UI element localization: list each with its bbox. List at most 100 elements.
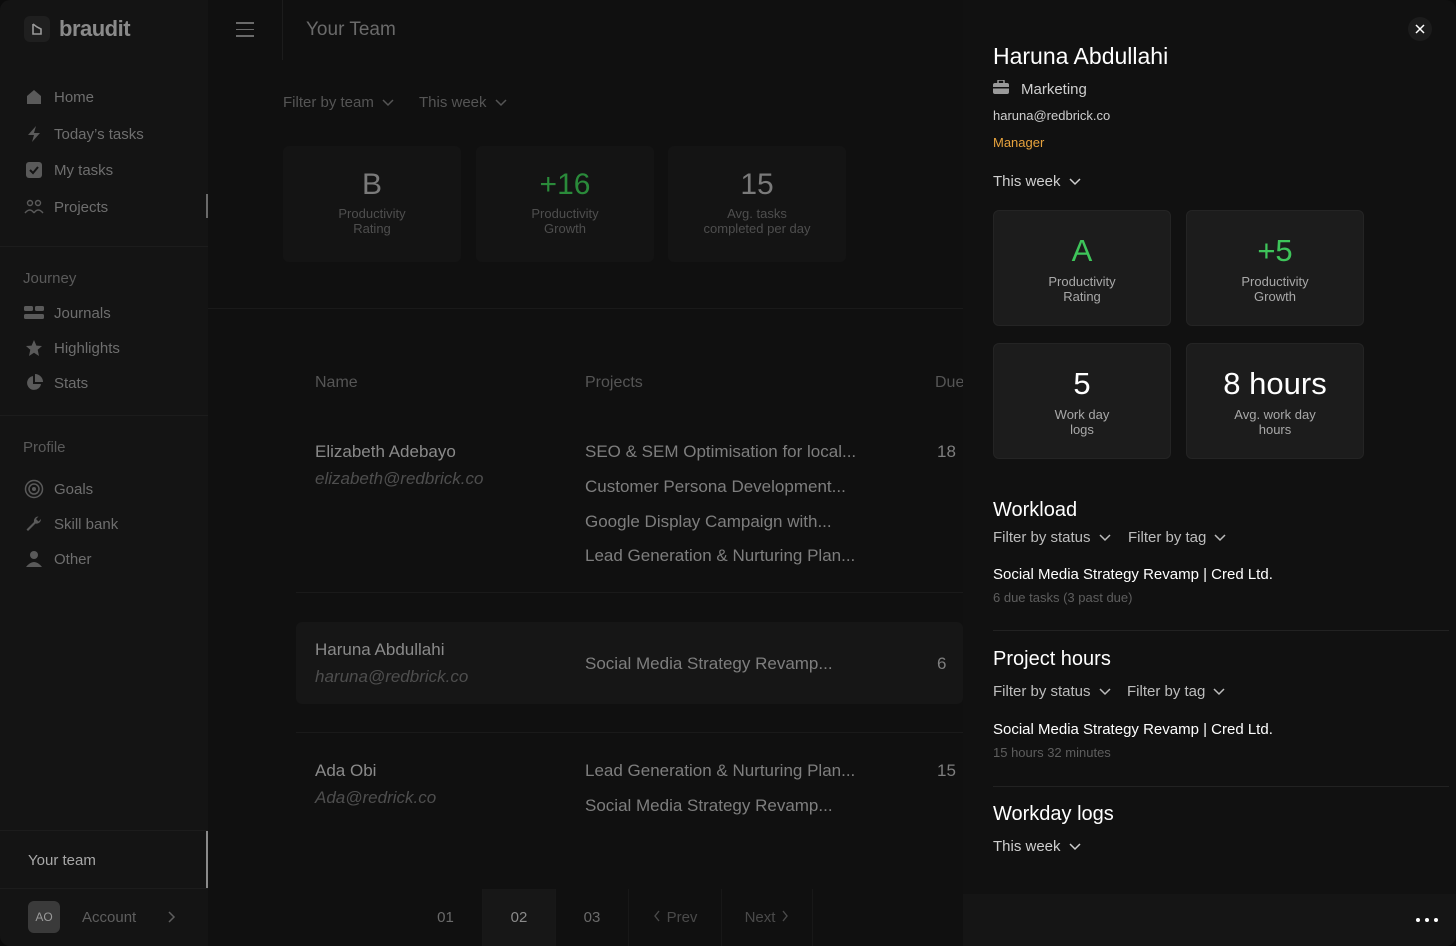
column-header-projects[interactable]: Projects (585, 374, 643, 392)
sidebar-item-label: Today’s tasks (54, 125, 144, 143)
chevron-down-icon (1099, 529, 1111, 546)
project-hours-status-filter[interactable]: Filter by status (993, 683, 1111, 700)
chevron-down-icon (1214, 529, 1226, 546)
close-icon[interactable] (1408, 17, 1432, 41)
project-item[interactable]: Customer Persona Development... (585, 477, 846, 497)
project-item[interactable]: Lead Generation & Nurturing Plan... (585, 546, 855, 566)
page-button-01[interactable]: 01 (409, 889, 482, 946)
filter-period-dropdown[interactable]: This week (419, 94, 507, 111)
project-item[interactable]: Social Media Strategy Revamp... (585, 654, 833, 674)
sidebar-item-goals[interactable]: Goals (24, 479, 93, 499)
home-icon (24, 87, 44, 107)
sidebar-item-label: Stats (54, 374, 89, 392)
department: Marketing (993, 79, 1087, 98)
account-menu[interactable]: AO Account (28, 901, 136, 933)
project-item[interactable]: Social Media Strategy Revamp... (585, 796, 833, 816)
workload-status-filter[interactable]: Filter by status (993, 529, 1111, 546)
card-label: Productivity (1241, 274, 1309, 289)
member-email: elizabeth@redbrick.co (315, 469, 484, 488)
sidebar-item-home[interactable]: Home (24, 87, 94, 107)
due-count: 18 (937, 442, 956, 461)
project-item[interactable]: Google Display Campaign with... (585, 512, 832, 532)
stat-card-avg-tasks: 15 Avg. tasks completed per day (668, 146, 846, 262)
project-hours-tag-filter[interactable]: Filter by tag (1127, 683, 1225, 700)
sidebar-item-skill-bank[interactable]: Skill bank (24, 514, 118, 534)
chevron-down-icon (382, 94, 394, 111)
pie-chart-icon (24, 373, 44, 393)
section-divider (208, 308, 963, 309)
pagination: 01 02 03 Prev Next (409, 889, 813, 946)
workload-item-subtitle: 6 due tasks (3 past due) (993, 590, 1133, 605)
card-label: logs (1070, 422, 1094, 437)
panel-period-dropdown[interactable]: This week (993, 173, 1081, 190)
sidebar-item-label: Your team (28, 852, 96, 869)
project-hours-subtitle: 15 hours 32 minutes (993, 745, 1111, 760)
column-header-name[interactable]: Name (315, 374, 358, 392)
filter-label: This week (993, 838, 1061, 855)
logo[interactable]: braudit (24, 16, 131, 42)
project-item[interactable]: SEO & SEM Optimisation for local... (585, 442, 856, 462)
filter-label: Filter by tag (1128, 529, 1207, 546)
chevron-right-icon (781, 909, 789, 926)
member-email[interactable]: haruna@redbrick.co (993, 108, 1110, 123)
card-label: Rating (1063, 289, 1101, 304)
card-label: Avg. work day (1234, 407, 1316, 422)
chevron-right-icon[interactable] (166, 910, 176, 929)
project-item[interactable]: Lead Generation & Nurturing Plan... (585, 761, 855, 781)
due-count: 15 (937, 761, 956, 780)
card-value: 5 (1073, 366, 1091, 401)
card-value: 8 hours (1223, 366, 1327, 401)
sidebar-item-journals[interactable]: Journals (24, 303, 111, 323)
sidebar-item-my-tasks[interactable]: My tasks (24, 160, 113, 180)
divider (0, 888, 208, 889)
sidebar-item-stats[interactable]: Stats (24, 373, 88, 393)
sidebar-item-label: Projects (54, 198, 109, 216)
sidebar-item-projects[interactable]: Projects (24, 197, 108, 217)
table-row-selected[interactable]: Haruna Abdullahi haruna@redbrick.co Soci… (296, 622, 963, 704)
sidebar-item-label: My tasks (54, 161, 114, 179)
department-label: Marketing (1021, 80, 1087, 98)
sidebar-item-label: Skill bank (54, 515, 119, 533)
sidebar-item-highlights[interactable]: Highlights (24, 338, 120, 358)
briefcase-icon (993, 79, 1009, 98)
workload-tag-filter[interactable]: Filter by tag (1128, 529, 1226, 546)
wrench-icon (24, 514, 44, 534)
logo-text: braudit (59, 16, 131, 41)
page-button-02[interactable]: 02 (482, 889, 555, 946)
bolt-icon (24, 124, 44, 144)
row-divider (296, 732, 963, 733)
menu-toggle-icon[interactable] (236, 22, 254, 42)
workload-heading: Workload (993, 499, 1078, 521)
workday-logs-period-dropdown[interactable]: This week (993, 838, 1081, 855)
card-label: hours (1258, 422, 1292, 437)
sidebar-item-your-team[interactable]: Your team (0, 830, 208, 889)
chevron-down-icon (1213, 683, 1225, 700)
next-button[interactable]: Next (721, 889, 813, 946)
filter-team-dropdown[interactable]: Filter by team (283, 94, 394, 111)
page-button-03[interactable]: 03 (555, 889, 628, 946)
sidebar-item-other[interactable]: Other (24, 549, 92, 569)
chevron-left-icon (653, 909, 661, 926)
role-badge: Manager (993, 135, 1045, 150)
panel-card-work-day-logs: 5 Work day logs (993, 343, 1171, 459)
prev-button[interactable]: Prev (628, 889, 721, 946)
table-row[interactable]: Ada Obi Ada@redrick.co Lead Generation &… (296, 750, 963, 830)
card-value: +5 (1257, 233, 1293, 268)
column-header-due[interactable]: Due (935, 374, 964, 392)
card-label: Productivity (1048, 274, 1116, 289)
sidebar-item-todays-tasks[interactable]: Today’s tasks (24, 124, 144, 144)
logo-icon (24, 16, 50, 42)
filter-label: This week (419, 94, 487, 111)
member-email: haruna@redbrick.co (315, 667, 469, 686)
filter-label: Filter by team (283, 94, 374, 111)
table-row[interactable]: Elizabeth Adebayo elizabeth@redbrick.co … (296, 430, 963, 580)
workload-item[interactable]: Social Media Strategy Revamp | Cred Ltd. (993, 566, 1273, 583)
section-divider (993, 630, 1449, 631)
due-count: 6 (937, 654, 947, 673)
project-hours-item[interactable]: Social Media Strategy Revamp | Cred Ltd. (993, 721, 1273, 738)
stat-value: +16 (539, 168, 591, 201)
user-icon (24, 549, 44, 569)
stat-label: Avg. tasks (727, 206, 787, 221)
more-options-icon[interactable] (1416, 918, 1438, 922)
sidebar-item-label: Journals (54, 304, 111, 322)
